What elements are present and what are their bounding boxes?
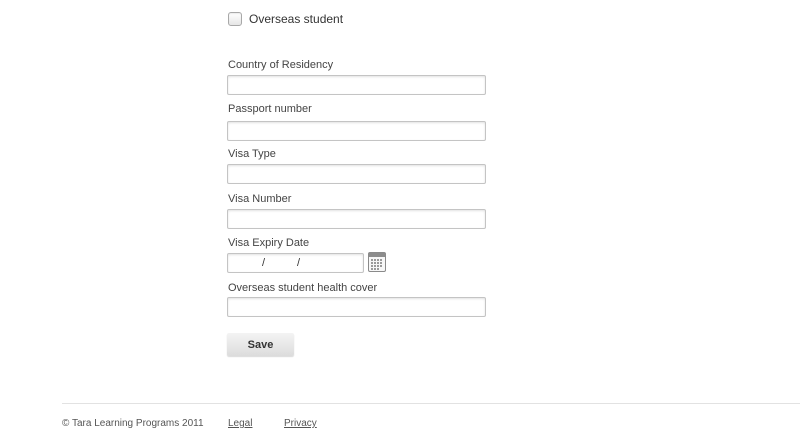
overseas-student-row[interactable]: Overseas student: [228, 11, 343, 27]
footer-legal-link[interactable]: Legal: [228, 418, 252, 430]
country-of-residency-input[interactable]: [227, 75, 486, 95]
visa-number-label: Visa Number: [228, 193, 292, 205]
calendar-icon[interactable]: [368, 252, 386, 272]
overseas-student-checkbox[interactable]: [228, 12, 242, 26]
visa-type-label: Visa Type: [228, 148, 276, 160]
date-separator: /: [262, 257, 266, 269]
visa-expiry-date-label: Visa Expiry Date: [228, 237, 310, 249]
page: Overseas student Country of Residency Pa…: [0, 0, 800, 443]
passport-number-input[interactable]: [227, 121, 486, 141]
footer-divider: [62, 403, 800, 404]
visa-expiry-day-input[interactable]: [230, 255, 258, 271]
date-separator: /: [297, 257, 301, 269]
visa-type-input[interactable]: [227, 164, 486, 184]
footer-copyright: © Tara Learning Programs 2011: [62, 418, 204, 429]
footer-privacy-link[interactable]: Privacy: [284, 418, 317, 430]
passport-number-label: Passport number: [228, 103, 312, 115]
visa-expiry-month-input[interactable]: [268, 255, 296, 271]
health-cover-input[interactable]: [227, 297, 486, 317]
visa-expiry-date-field[interactable]: / /: [227, 253, 364, 273]
country-of-residency-label: Country of Residency: [228, 59, 334, 71]
visa-expiry-year-input[interactable]: [304, 255, 359, 271]
health-cover-label: Overseas student health cover: [228, 282, 378, 294]
visa-number-input[interactable]: [227, 209, 486, 229]
save-button[interactable]: Save: [227, 333, 294, 356]
overseas-student-label[interactable]: Overseas student: [249, 11, 343, 27]
